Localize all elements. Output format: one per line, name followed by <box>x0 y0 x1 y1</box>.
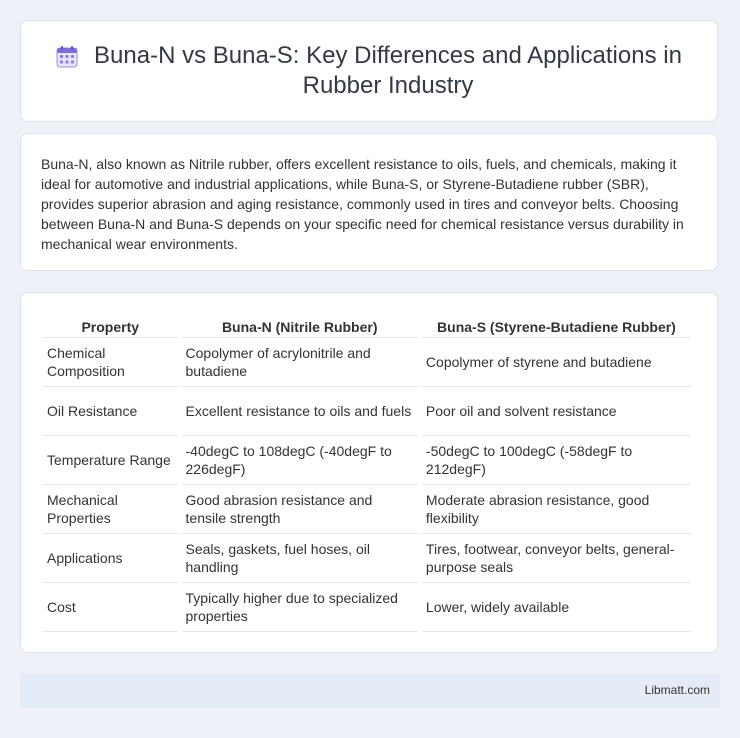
table-row: Chemical Composition Copolymer of acrylo… <box>43 338 691 387</box>
cell-buna-s: Moderate abrasion resistance, good flexi… <box>421 485 691 534</box>
calendar-grid-icon <box>56 46 78 68</box>
header-property: Property <box>43 315 178 338</box>
cell-property: Temperature Range <box>43 436 178 485</box>
cell-buna-n: Copolymer of acrylonitrile and butadiene <box>181 338 418 387</box>
intro-paragraph: Buna-N, also known as Nitrile rubber, of… <box>41 156 684 252</box>
comparison-table: Property Buna-N (Nitrile Rubber) Buna-S … <box>39 315 695 632</box>
comparison-card: Property Buna-N (Nitrile Rubber) Buna-S … <box>20 292 718 653</box>
cell-property: Chemical Composition <box>43 338 178 387</box>
table-row: Mechanical Properties Good abrasion resi… <box>43 485 691 534</box>
cell-property: Mechanical Properties <box>43 485 178 534</box>
cell-buna-s: -50degC to 100degC (-58degF to 212degF) <box>421 436 691 485</box>
table-header-row: Property Buna-N (Nitrile Rubber) Buna-S … <box>43 315 691 338</box>
cell-property: Cost <box>43 583 178 632</box>
cell-buna-s: Copolymer of styrene and butadiene <box>421 338 691 387</box>
cell-buna-n: -40degC to 108degC (-40degF to 226degF) <box>181 436 418 485</box>
table-row: Oil Resistance Excellent resistance to o… <box>43 387 691 436</box>
cell-buna-n: Good abrasion resistance and tensile str… <box>181 485 418 534</box>
intro-card: Buna-N, also known as Nitrile rubber, of… <box>20 133 718 271</box>
table-row: Cost Typically higher due to specialized… <box>43 583 691 632</box>
title-card: Buna-N vs Buna-S: Key Differences and Ap… <box>20 20 718 122</box>
cell-buna-n: Seals, gaskets, fuel hoses, oil handling <box>181 534 418 583</box>
table-row: Applications Seals, gaskets, fuel hoses,… <box>43 534 691 583</box>
cell-buna-s: Lower, widely available <box>421 583 691 632</box>
cell-buna-s: Tires, footwear, conveyor belts, general… <box>421 534 691 583</box>
table-row: Temperature Range -40degC to 108degC (-4… <box>43 436 691 485</box>
cell-buna-n: Excellent resistance to oils and fuels <box>181 387 418 436</box>
footer-bar: Libmatt.com <box>20 674 720 708</box>
page-title: Buna-N vs Buna-S: Key Differences and Ap… <box>94 42 682 99</box>
cell-property: Applications <box>43 534 178 583</box>
header-buna-n: Buna-N (Nitrile Rubber) <box>181 315 418 338</box>
footer-brand-link[interactable]: Libmatt.com <box>645 683 710 697</box>
cell-buna-n: Typically higher due to specialized prop… <box>181 583 418 632</box>
header-buna-s: Buna-S (Styrene-Butadiene Rubber) <box>421 315 691 338</box>
title-wrap: Buna-N vs Buna-S: Key Differences and Ap… <box>55 41 683 101</box>
cell-buna-s: Poor oil and solvent resistance <box>421 387 691 436</box>
cell-property: Oil Resistance <box>43 387 178 436</box>
